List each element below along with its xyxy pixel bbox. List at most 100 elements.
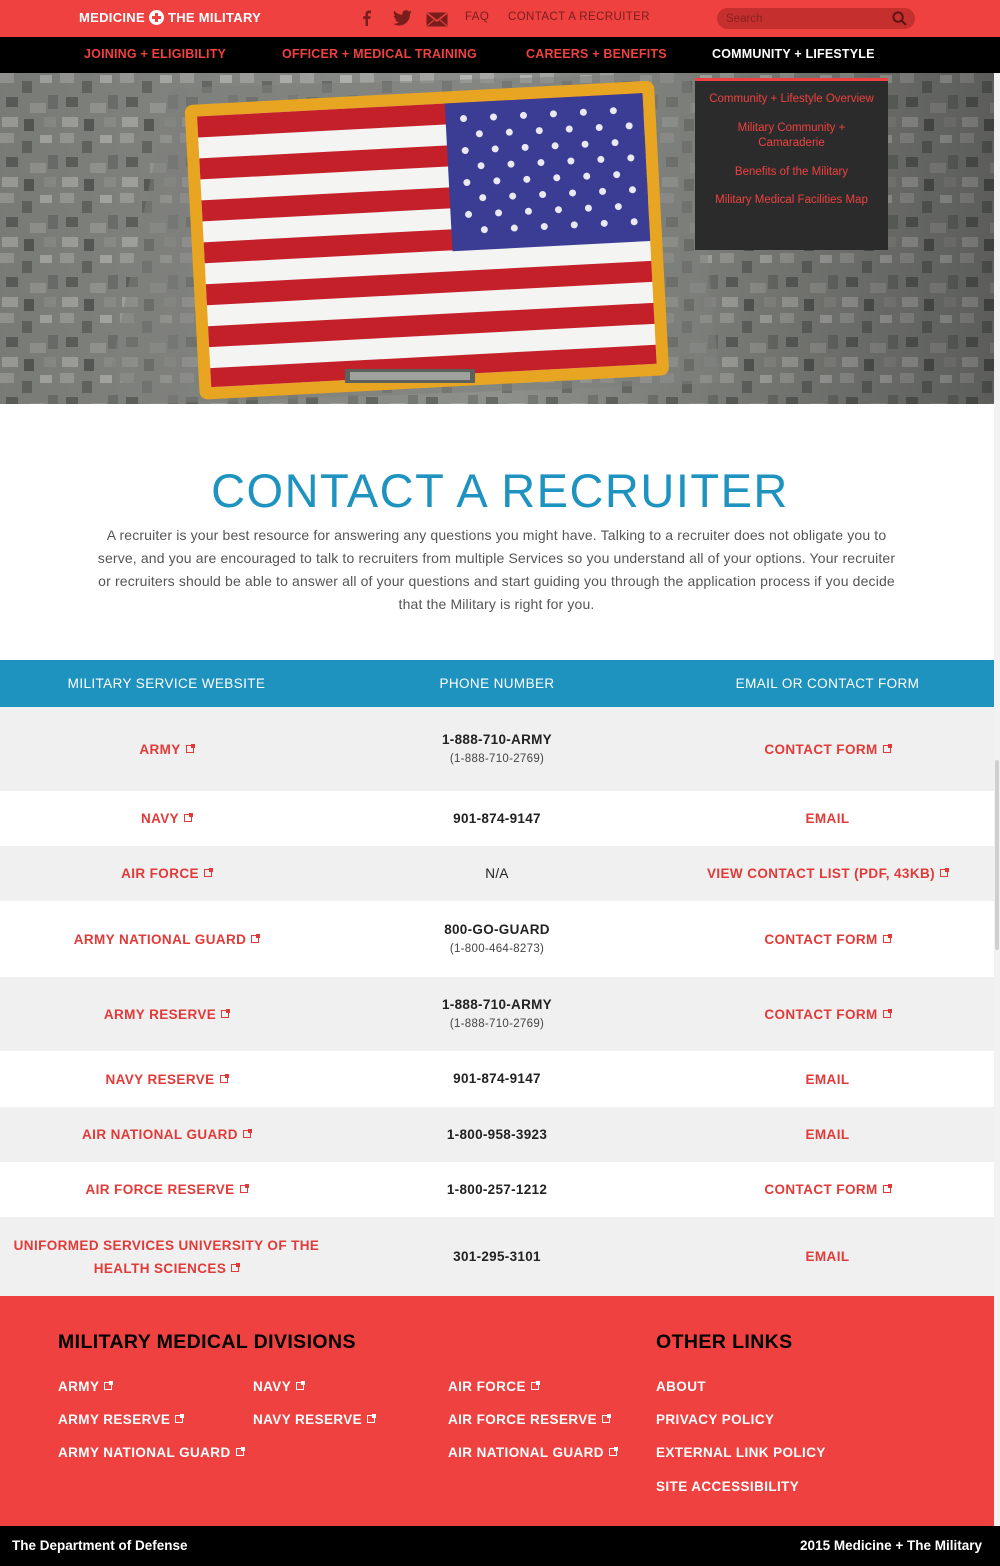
email-link[interactable]: EMAIL: [806, 1068, 850, 1091]
external-link-icon: [367, 1414, 377, 1423]
external-link-icon: [104, 1381, 114, 1390]
service-link-army-national-guard[interactable]: ARMY NATIONAL GUARD: [74, 928, 261, 951]
footer-link-privacy-policy[interactable]: PRIVACY POLICY: [656, 1412, 774, 1427]
external-link-icon: [882, 743, 892, 753]
phone-number: 1-888-710-ARMY: [442, 732, 552, 747]
external-link-icon: [175, 1414, 185, 1423]
phone-number: 901-874-9147: [453, 1071, 541, 1086]
community-lifestyle-dropdown: Community + Lifestyle Overview Military …: [695, 78, 888, 250]
medical-cross-icon: [148, 10, 164, 25]
contact-form-link[interactable]: CONTACT FORM: [764, 738, 892, 761]
nav-community-lifestyle[interactable]: COMMUNITY + LIFESTYLE: [712, 47, 875, 61]
nav-careers-benefits[interactable]: CAREERS + BENEFITS: [526, 47, 667, 61]
footer-link-navy[interactable]: NAVY: [253, 1379, 306, 1394]
site-logo[interactable]: MEDICINE THE MILITARY: [79, 10, 261, 25]
phone-number-numeric: (1-888-710-2769): [449, 1018, 545, 1030]
email-link[interactable]: EMAIL: [806, 1245, 850, 1268]
external-link-icon: [608, 1447, 618, 1456]
dropdown-item-camaraderie[interactable]: Military Community + Camaraderie: [695, 121, 888, 152]
table-row: ARMY NATIONAL GUARD 800-GO-GUARD (1-800-4…: [0, 901, 994, 977]
intro-paragraph: A recruiter is your best resource for an…: [97, 527, 896, 612]
search-input[interactable]: [726, 11, 886, 26]
dropdown-item-facilities-map[interactable]: Military Medical Facilities Map: [695, 193, 888, 209]
email-link[interactable]: EMAIL: [806, 807, 850, 830]
service-link-navy[interactable]: NAVY: [141, 807, 194, 830]
phone-number: 1-888-710-ARMY: [442, 997, 552, 1012]
copyright-text: 2015 Medicine + The Military: [800, 1538, 982, 1553]
table-row: UNIFORMED SERVICES UNIVERSITY OF THE HEAL…: [0, 1217, 994, 1296]
phone-number-numeric: (1-800-464-8273): [449, 943, 545, 955]
footer-link-army-reserve[interactable]: ARMY RESERVE: [58, 1412, 185, 1427]
facebook-icon[interactable]: [362, 9, 371, 27]
table-row: NAVY RESERVE 901-874-9147 EMAIL: [0, 1051, 994, 1107]
external-link-icon: [242, 1129, 252, 1138]
column-header-service: MILITARY SERVICE WEBSITE: [67, 676, 266, 691]
column-header-phone: PHONE NUMBER: [439, 676, 555, 691]
contact-list-pdf-link[interactable]: VIEW CONTACT LIST (PDF, 43KB): [707, 862, 950, 885]
external-link-icon: [882, 1184, 892, 1193]
footer-link-about[interactable]: ABOUT: [656, 1379, 706, 1394]
logo-text-left: MEDICINE: [79, 10, 145, 25]
service-link-usuhs[interactable]: UNIFORMED SERVICES UNIVERSITY OF THE HEAL…: [14, 1234, 320, 1280]
other-links-heading: OTHER LINKS: [656, 1331, 793, 1353]
external-link-icon: [203, 868, 213, 877]
external-link-icon: [239, 1184, 249, 1193]
footer-link-navy-reserve[interactable]: NAVY RESERVE: [253, 1412, 377, 1427]
table-row: AIR NATIONAL GUARD 1-800-958-3923 EMAIL: [0, 1107, 994, 1162]
phone-number: 1-800-958-3923: [446, 1126, 548, 1142]
footer-link-air-force[interactable]: AIR FORCE: [448, 1379, 540, 1394]
external-link-icon: [251, 933, 261, 943]
contact-form-link[interactable]: CONTACT FORM: [764, 1178, 892, 1201]
phone-number: N/A: [485, 865, 509, 881]
nav-joining-eligibility[interactable]: JOINING + ELIGIBILITY: [84, 47, 226, 61]
table-row: AIR FORCE N/A VIEW CONTACT LIST (PDF, 43…: [0, 846, 994, 901]
top-bar: MEDICINE THE MILITARY FAQ CONTACT A RECR…: [0, 0, 1000, 37]
external-link-icon: [184, 813, 194, 822]
table-row: ARMY RESERVE 1-888-710-ARMY (1-888-710-27…: [0, 977, 994, 1051]
service-link-navy-reserve[interactable]: NAVY RESERVE: [105, 1068, 229, 1091]
table-row: AIR FORCE RESERVE 1-800-257-1212 CONTACT…: [0, 1162, 994, 1217]
dod-link[interactable]: The Department of Defense: [12, 1538, 188, 1553]
scrollbar-thumb[interactable]: [995, 760, 999, 950]
external-link-icon: [296, 1381, 306, 1390]
faq-link[interactable]: FAQ: [465, 11, 489, 23]
table-row: ARMY 1-888-710-ARMY (1-888-710-2769) CONT…: [0, 707, 994, 791]
footer-link-army[interactable]: ARMY: [58, 1379, 114, 1394]
external-link-icon: [882, 1008, 892, 1018]
footer-link-site-accessibility[interactable]: SITE ACCESSIBILITY: [656, 1479, 799, 1494]
external-link-icon: [185, 743, 195, 753]
dropdown-item-benefits[interactable]: Benefits of the Military: [695, 165, 888, 181]
contact-recruiter-link[interactable]: CONTACT A RECRUITER: [508, 11, 650, 23]
search-icon[interactable]: [892, 11, 907, 26]
table-row: NAVY 901-874-9147 EMAIL: [0, 791, 994, 846]
main-nav: JOINING + ELIGIBILITY OFFICER + MEDICAL …: [0, 37, 1000, 73]
divisions-heading: MILITARY MEDICAL DIVISIONS: [58, 1331, 356, 1353]
page-title: CONTACT A RECRUITER: [211, 464, 789, 517]
twitter-icon[interactable]: [393, 9, 412, 27]
service-link-army-reserve[interactable]: ARMY RESERVE: [104, 1003, 231, 1026]
mail-icon[interactable]: [426, 10, 448, 28]
contact-form-link[interactable]: CONTACT FORM: [764, 928, 892, 951]
column-header-contact: EMAIL OR CONTACT FORM: [735, 676, 920, 691]
email-link[interactable]: EMAIL: [806, 1123, 850, 1146]
external-link-icon: [882, 933, 892, 943]
external-link-icon: [221, 1008, 231, 1018]
footer-link-external-link-policy[interactable]: EXTERNAL LINK POLICY: [656, 1445, 826, 1460]
recruiter-table-header: MILITARY SERVICE WEBSITE PHONE NUMBER EM…: [0, 660, 994, 707]
contact-form-link[interactable]: CONTACT FORM: [764, 1003, 892, 1026]
search-box: [717, 8, 915, 29]
service-link-air-force[interactable]: AIR FORCE: [121, 862, 213, 885]
service-link-air-national-guard[interactable]: AIR NATIONAL GUARD: [82, 1123, 252, 1146]
dropdown-item-overview[interactable]: Community + Lifestyle Overview: [695, 92, 888, 108]
phone-number: 301-295-3101: [453, 1248, 541, 1264]
external-link-icon: [219, 1073, 229, 1083]
footer-link-army-national-guard[interactable]: ARMY NATIONAL GUARD: [58, 1445, 245, 1460]
nav-officer-medical-training[interactable]: OFFICER + MEDICAL TRAINING: [282, 47, 477, 61]
service-link-air-force-reserve[interactable]: AIR FORCE RESERVE: [85, 1178, 249, 1201]
phone-number-numeric: (1-888-710-2769): [449, 753, 545, 765]
footer-link-air-force-reserve[interactable]: AIR FORCE RESERVE: [448, 1412, 612, 1427]
phone-number: 901-874-9147: [453, 810, 541, 826]
footer-link-air-national-guard[interactable]: AIR NATIONAL GUARD: [448, 1445, 618, 1460]
service-link-army[interactable]: ARMY: [139, 738, 195, 761]
bottom-bar: The Department of Defense 2015 Medicine …: [0, 1526, 1000, 1566]
